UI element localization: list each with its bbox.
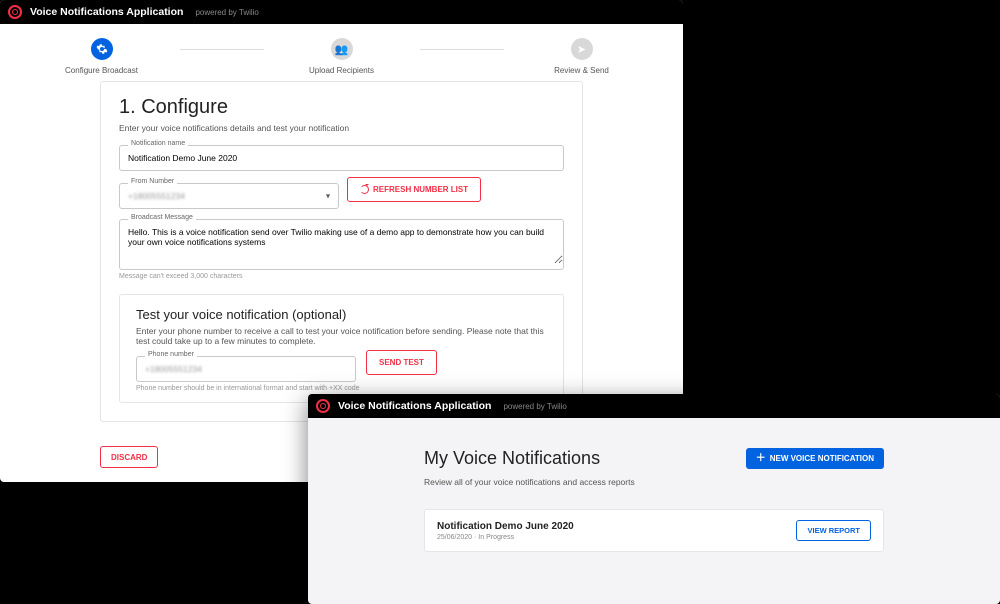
app-title: Voice Notifications Application (30, 6, 183, 18)
app-bar: Voice Notifications Application powered … (308, 394, 1000, 418)
page-subtitle: Enter your voice notifications details a… (119, 123, 564, 133)
list-sub: Review all of your voice notifications a… (424, 477, 884, 487)
step-label: Upload Recipients (309, 66, 374, 75)
button-label: VIEW REPORT (807, 526, 860, 535)
gear-icon (91, 38, 113, 60)
new-notification-button[interactable]: ＋ NEW VOICE NOTIFICATION (746, 448, 884, 469)
broadcast-message-field[interactable]: Broadcast Message (119, 219, 564, 270)
button-label: DISCARD (111, 453, 147, 462)
twilio-logo-icon (8, 5, 22, 19)
step-label: Configure Broadcast (65, 66, 138, 75)
test-phone-field[interactable]: Phone number (136, 356, 356, 382)
field-label: Notification name (128, 140, 188, 147)
test-sub: Enter your phone number to receive a cal… (136, 326, 547, 346)
view-report-button[interactable]: VIEW REPORT (796, 520, 871, 541)
notification-title: Notification Demo June 2020 (437, 521, 574, 532)
notification-name-field[interactable]: Notification name (119, 145, 564, 171)
list-window: Voice Notifications Application powered … (308, 394, 1000, 604)
from-number-select[interactable]: From Number ▾ (119, 183, 339, 209)
send-icon: ➤ (571, 38, 593, 60)
field-label: Broadcast Message (128, 214, 196, 221)
broadcast-message-input[interactable] (120, 220, 563, 264)
powered-by-label: powered by Twilio (503, 402, 566, 411)
discard-button[interactable]: DISCARD (100, 446, 158, 468)
step-review[interactable]: ➤ Review & Send (504, 38, 660, 75)
refresh-number-button[interactable]: REFRESH NUMBER LIST (347, 177, 481, 202)
list-heading: My Voice Notifications (424, 448, 600, 469)
from-number-value[interactable] (120, 184, 338, 208)
notification-row: Notification Demo June 2020 25/06/2020 ·… (424, 509, 884, 552)
step-upload[interactable]: 👥 Upload Recipients (264, 38, 420, 75)
step-label: Review & Send (554, 66, 609, 75)
button-label: SEND TEST (379, 358, 424, 367)
app-bar: Voice Notifications Application powered … (0, 0, 683, 24)
send-test-button[interactable]: SEND TEST (366, 350, 437, 375)
refresh-icon (360, 185, 369, 194)
stepper: Configure Broadcast 👥 Upload Recipients … (0, 24, 683, 81)
test-card: Test your voice notification (optional) … (119, 294, 564, 403)
twilio-logo-icon (316, 399, 330, 413)
button-label: REFRESH NUMBER LIST (373, 185, 468, 194)
notification-meta: 25/06/2020 · In Progress (437, 534, 574, 541)
powered-by-label: powered by Twilio (195, 8, 258, 17)
chevron-down-icon: ▾ (326, 192, 330, 201)
phone-hint: Phone number should be in international … (136, 385, 547, 392)
message-hint: Message can't exceed 3,000 characters (119, 273, 564, 280)
step-configure[interactable]: Configure Broadcast (24, 38, 180, 75)
app-title: Voice Notifications Application (338, 400, 491, 412)
notification-name-input[interactable] (120, 146, 563, 170)
users-icon: 👥 (331, 38, 353, 60)
test-phone-input[interactable] (137, 357, 355, 381)
page-title: 1. Configure (119, 96, 564, 119)
button-label: NEW VOICE NOTIFICATION (770, 454, 874, 463)
configure-card: 1. Configure Enter your voice notificati… (100, 81, 583, 422)
test-heading: Test your voice notification (optional) (136, 307, 547, 322)
